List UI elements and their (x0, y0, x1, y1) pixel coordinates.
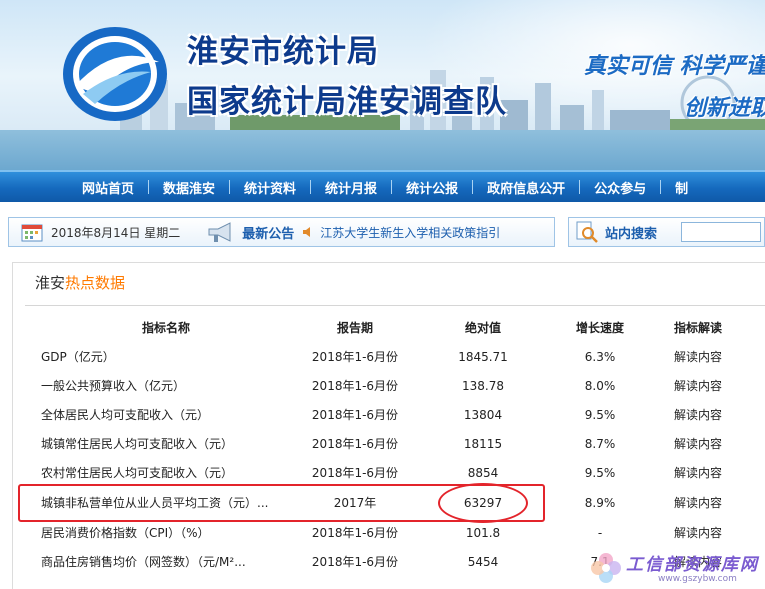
site-banner: 淮安市统计局 国家统计局淮安调查队 真实可信 科学严谨 创新进取 (0, 0, 765, 170)
nav-item-public-participation[interactable]: 公众参与 (580, 178, 660, 197)
row-period: 2018年1-6月份 (311, 437, 399, 451)
panel-title-hot: 热点数据 (65, 274, 126, 292)
table-row: 全体居民人均可支配收入（元） 2018年1-6月份 13804 9.5% 解读内… (13, 401, 765, 430)
slogan-line-1: 真实可信 科学严谨 (584, 54, 765, 79)
site-title-secondary: 国家统计局淮安调查队 (187, 84, 507, 120)
row-growth: 8.9% (584, 496, 616, 510)
row-value: 1845.71 (458, 350, 508, 364)
row-growth: 9.5% (584, 408, 616, 422)
row-indicator-name: 居民消费价格指数（CPI）（%） (41, 526, 210, 540)
row-indicator-name: 一般公共预算收入（亿元） (41, 379, 186, 393)
highlight-circle-annotation (438, 483, 528, 523)
nav-item-bulletin[interactable]: 统计公报 (392, 178, 472, 197)
bureau-logo (63, 27, 167, 121)
table-header: 指标名称 报告期 绝对值 增长速度 指标解读 (13, 314, 765, 343)
header-report-period: 报告期 (336, 321, 373, 335)
row-growth: - (597, 526, 603, 540)
row-value: 138.78 (462, 379, 504, 393)
site-title-primary: 淮安市统计局 (187, 34, 379, 70)
info-bar: 2018年8月14日 星期二 最新公告 江苏大学生新生入学相关政策指引 (8, 217, 555, 247)
site-search: 站内搜索 (568, 217, 765, 247)
table-row: 一般公共预算收入（亿元） 2018年1-6月份 138.78 8.0% 解读内容 (13, 372, 765, 401)
latest-notice-link[interactable]: 江苏大学生新生入学相关政策指引 (320, 224, 500, 241)
megaphone-icon (208, 222, 231, 242)
panel-divider (25, 305, 765, 306)
latest-notice-label: 最新公告 (242, 226, 295, 242)
nav-item-statistics[interactable]: 统计资料 (230, 178, 310, 197)
row-indicator-name: 城镇常住居民人均可支配收入（元） (41, 437, 234, 451)
row-period: 2018年1-6月份 (311, 379, 399, 393)
table-row: 城镇常住居民人均可支配收入（元） 2018年1-6月份 18115 8.7% 解… (13, 430, 765, 459)
nav-item-monthly-report[interactable]: 统计月报 (311, 178, 391, 197)
nav-item-gov-info[interactable]: 政府信息公开 (473, 178, 579, 197)
hot-data-panel: 淮安热点数据 指标名称 报告期 绝对值 增长速度 指标解读 GDP（亿元） 20… (12, 262, 765, 589)
header-absolute-value: 绝对值 (464, 321, 501, 335)
nav-item-data-huaian[interactable]: 数据淮安 (149, 178, 229, 197)
river-image (0, 130, 765, 170)
header-interpretation: 指标解读 (673, 321, 722, 335)
row-value: 101.8 (465, 526, 501, 540)
site-watermark: 工信部资源库网 www.gszybw.com (588, 548, 765, 589)
row-period: 2018年1-6月份 (311, 526, 399, 540)
slogan-line-2: 创新进取 (684, 96, 765, 121)
table-row: GDP（亿元） 2018年1-6月份 1845.71 6.3% 解读内容 (13, 343, 765, 372)
row-growth: 9.5% (584, 466, 616, 480)
row-growth: 6.3% (584, 350, 616, 364)
header-growth-rate: 增长速度 (575, 321, 624, 335)
row-interpretation-link[interactable]: 解读内容 (653, 459, 743, 488)
watermark-text: 工信部资源库网 (626, 555, 759, 575)
row-indicator-name: 全体居民人均可支配收入（元） (41, 408, 210, 422)
calendar-icon (21, 224, 43, 242)
row-interpretation-link[interactable]: 解读内容 (653, 519, 743, 548)
row-interpretation-link[interactable]: 解读内容 (653, 430, 743, 459)
row-indicator-name[interactable]: 商品住房销售均价（网签数）（元/M²... (41, 548, 291, 577)
row-period: 2018年1-6月份 (311, 408, 399, 422)
nav-item-home[interactable]: 网站首页 (68, 178, 148, 197)
watermark-url: www.gszybw.com (658, 574, 737, 584)
row-interpretation-link[interactable]: 解读内容 (653, 343, 743, 372)
row-period: 2018年1-6月份 (311, 350, 399, 364)
search-input[interactable] (681, 222, 762, 242)
speaker-icon (303, 227, 311, 237)
search-label: 站内搜索 (605, 226, 658, 242)
table-row: 居民消费价格指数（CPI）（%） 2018年1-6月份 101.8 - 解读内容 (13, 519, 765, 548)
panel-title: 淮安热点数据 (35, 272, 125, 293)
flower-icon (591, 553, 621, 583)
row-indicator-name: GDP（亿元） (41, 350, 115, 364)
main-nav: 网站首页 数据淮安 统计资料 统计月报 统计公报 政府信息公开 公众参与 制 (0, 170, 765, 202)
header-indicator-name: 指标名称 (141, 321, 190, 335)
panel-title-prefix: 淮安 (35, 274, 66, 292)
row-value: 5454 (467, 555, 499, 569)
row-interpretation-link[interactable]: 解读内容 (653, 401, 743, 430)
row-growth: 8.7% (584, 437, 616, 451)
row-value: 13804 (463, 408, 503, 422)
nav-item-truncated[interactable]: 制 (661, 178, 702, 197)
row-interpretation-link[interactable]: 解读内容 (653, 489, 743, 518)
row-growth: 8.0% (584, 379, 616, 393)
row-period: 2018年1-6月份 (311, 555, 399, 569)
row-value: 18115 (463, 437, 503, 451)
search-icon (576, 221, 598, 243)
row-interpretation-link[interactable]: 解读内容 (653, 372, 743, 401)
current-date: 2018年8月14日 星期二 (51, 225, 181, 240)
